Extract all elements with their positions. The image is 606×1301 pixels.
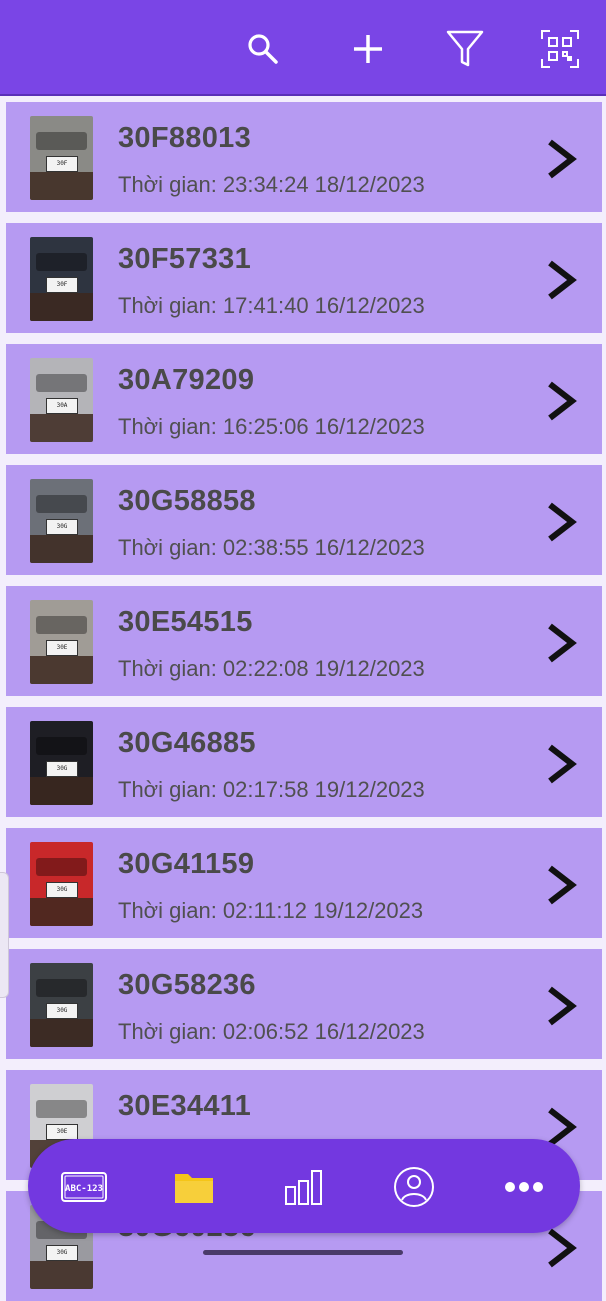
bar-chart-icon [285, 1170, 322, 1205]
thumbnail-ground [30, 414, 93, 442]
record-time: Thời gian: 02:17:58 19/12/2023 [118, 777, 425, 802]
nav-stats[interactable] [278, 1161, 330, 1213]
add-button[interactable] [343, 24, 393, 74]
nav-folder[interactable] [168, 1161, 220, 1213]
chevron-right-icon[interactable] [544, 380, 580, 422]
record-time: Thời gian: 02:06:52 16/12/2023 [118, 1019, 425, 1044]
thumbnail-plate: 30G [46, 519, 78, 535]
search-button[interactable] [238, 24, 288, 74]
thumbnail-ground [30, 656, 93, 684]
vehicle-grille [36, 374, 87, 392]
filter-icon [446, 30, 484, 67]
folder-icon [175, 1174, 213, 1203]
record-time: Thời gian: 16:25:06 16/12/2023 [118, 414, 425, 439]
thumbnail-ground [30, 777, 93, 805]
vehicle-thumbnail: 30A [30, 358, 93, 442]
vehicle-grille [36, 253, 87, 271]
record-row[interactable]: 30G 30G41159 Thời gian: 02:11:12 19/12/202… [6, 828, 602, 938]
record-time: Thời gian: 17:41:40 16/12/2023 [118, 293, 425, 318]
record-time: Thời gian: 02:11:12 19/12/2023 [118, 898, 424, 923]
chevron-right-icon[interactable] [544, 622, 580, 664]
thumbnail-plate: 30G [46, 1245, 78, 1261]
nav-more[interactable] [498, 1161, 550, 1213]
thumbnail-plate: 30F [46, 277, 78, 293]
record-row[interactable]: 30F 30F57331 Thời gian: 17:41:40 16/12/202… [6, 223, 602, 333]
plate-number: 30G58236 [118, 969, 256, 1001]
chevron-right-icon[interactable] [544, 259, 580, 301]
vehicle-thumbnail: 30F [30, 116, 93, 200]
thumbnail-ground [30, 1261, 93, 1289]
vehicle-thumbnail: 30G [30, 963, 93, 1047]
vehicle-grille [36, 616, 87, 634]
record-time: Thời gian: 02:38:55 16/12/2023 [118, 535, 425, 560]
thumbnail-ground [30, 293, 93, 321]
qr-scan-button[interactable] [535, 24, 585, 74]
thumbnail-plate: 30G [46, 1003, 78, 1019]
nav-profile[interactable] [388, 1161, 440, 1213]
vehicle-thumbnail: 30E [30, 600, 93, 684]
plate-number: 30G46885 [118, 727, 256, 759]
record-row[interactable]: 30E 30E54515 Thời gian: 02:22:08 19/12/202… [6, 586, 602, 696]
plate-number: 30G58858 [118, 485, 256, 517]
vehicle-grille [36, 858, 87, 876]
vehicle-grille [36, 979, 87, 997]
thumbnail-ground [30, 535, 93, 563]
plate-number: 30A79209 [118, 364, 255, 396]
thumbnail-ground [30, 898, 93, 926]
nav-plates[interactable]: ABC-123 [58, 1161, 110, 1213]
chevron-right-icon[interactable] [544, 1227, 580, 1269]
record-row[interactable]: 30G 30G58236 Thời gian: 02:06:52 16/12/202… [6, 949, 602, 1059]
chevron-right-icon[interactable] [544, 985, 580, 1027]
chevron-right-icon[interactable] [544, 743, 580, 785]
thumbnail-plate: 30F [46, 156, 78, 172]
plate-number: 30G41159 [118, 848, 255, 880]
plus-icon [354, 35, 382, 63]
vehicle-grille [36, 132, 87, 150]
plate-number: 30F57331 [118, 243, 252, 275]
plate-number: 30F88013 [118, 122, 252, 154]
vehicle-thumbnail: 30G [30, 842, 93, 926]
license-plate-icon: ABC-123 [61, 1172, 107, 1202]
thumbnail-ground [30, 1019, 93, 1047]
user-icon [394, 1167, 434, 1207]
thumbnail-plate: 30A [46, 398, 78, 414]
record-time: Thời gian: 02:22:08 19/12/2023 [118, 656, 425, 681]
plate-number: 30E54515 [118, 606, 253, 638]
chevron-right-icon[interactable] [544, 138, 580, 180]
search-icon [248, 34, 278, 64]
record-row[interactable]: 30G 30G58858 Thời gian: 02:38:55 16/12/202… [6, 465, 602, 575]
more-dots-icon [505, 1182, 543, 1192]
qr-scan-icon [541, 30, 579, 68]
record-row[interactable]: 30A 30A79209 Thời gian: 16:25:06 16/12/202… [6, 344, 602, 454]
chevron-right-icon[interactable] [544, 501, 580, 543]
record-row[interactable]: 30G 30G46885 Thời gian: 02:17:58 19/12/202… [6, 707, 602, 817]
thumbnail-plate: 30G [46, 761, 78, 777]
thumbnail-plate: 30G [46, 882, 78, 898]
vehicle-thumbnail: 30F [30, 237, 93, 321]
edge-panel-handle[interactable] [0, 872, 9, 998]
home-indicator [203, 1250, 403, 1255]
record-row[interactable]: 30F 30F88013 Thời gian: 23:34:24 18/12/202… [6, 102, 602, 212]
plate-number: 30E34411 [118, 1090, 252, 1122]
filter-button[interactable] [440, 24, 490, 74]
vehicle-thumbnail: 30G [30, 721, 93, 805]
vehicle-grille [36, 1100, 87, 1118]
thumbnail-ground [30, 172, 93, 200]
top-app-bar [0, 0, 606, 96]
vehicle-thumbnail: 30G [30, 479, 93, 563]
thumbnail-plate: 30E [46, 640, 78, 656]
vehicle-grille [36, 737, 87, 755]
bottom-navigation: ABC-123 [28, 1139, 580, 1233]
vehicle-grille [36, 495, 87, 513]
thumbnail-plate: 30E [46, 1124, 78, 1140]
record-time: Thời gian: 23:34:24 18/12/2023 [118, 172, 425, 197]
license-plate-label: ABC-123 [65, 1184, 103, 1194]
chevron-right-icon[interactable] [544, 864, 580, 906]
